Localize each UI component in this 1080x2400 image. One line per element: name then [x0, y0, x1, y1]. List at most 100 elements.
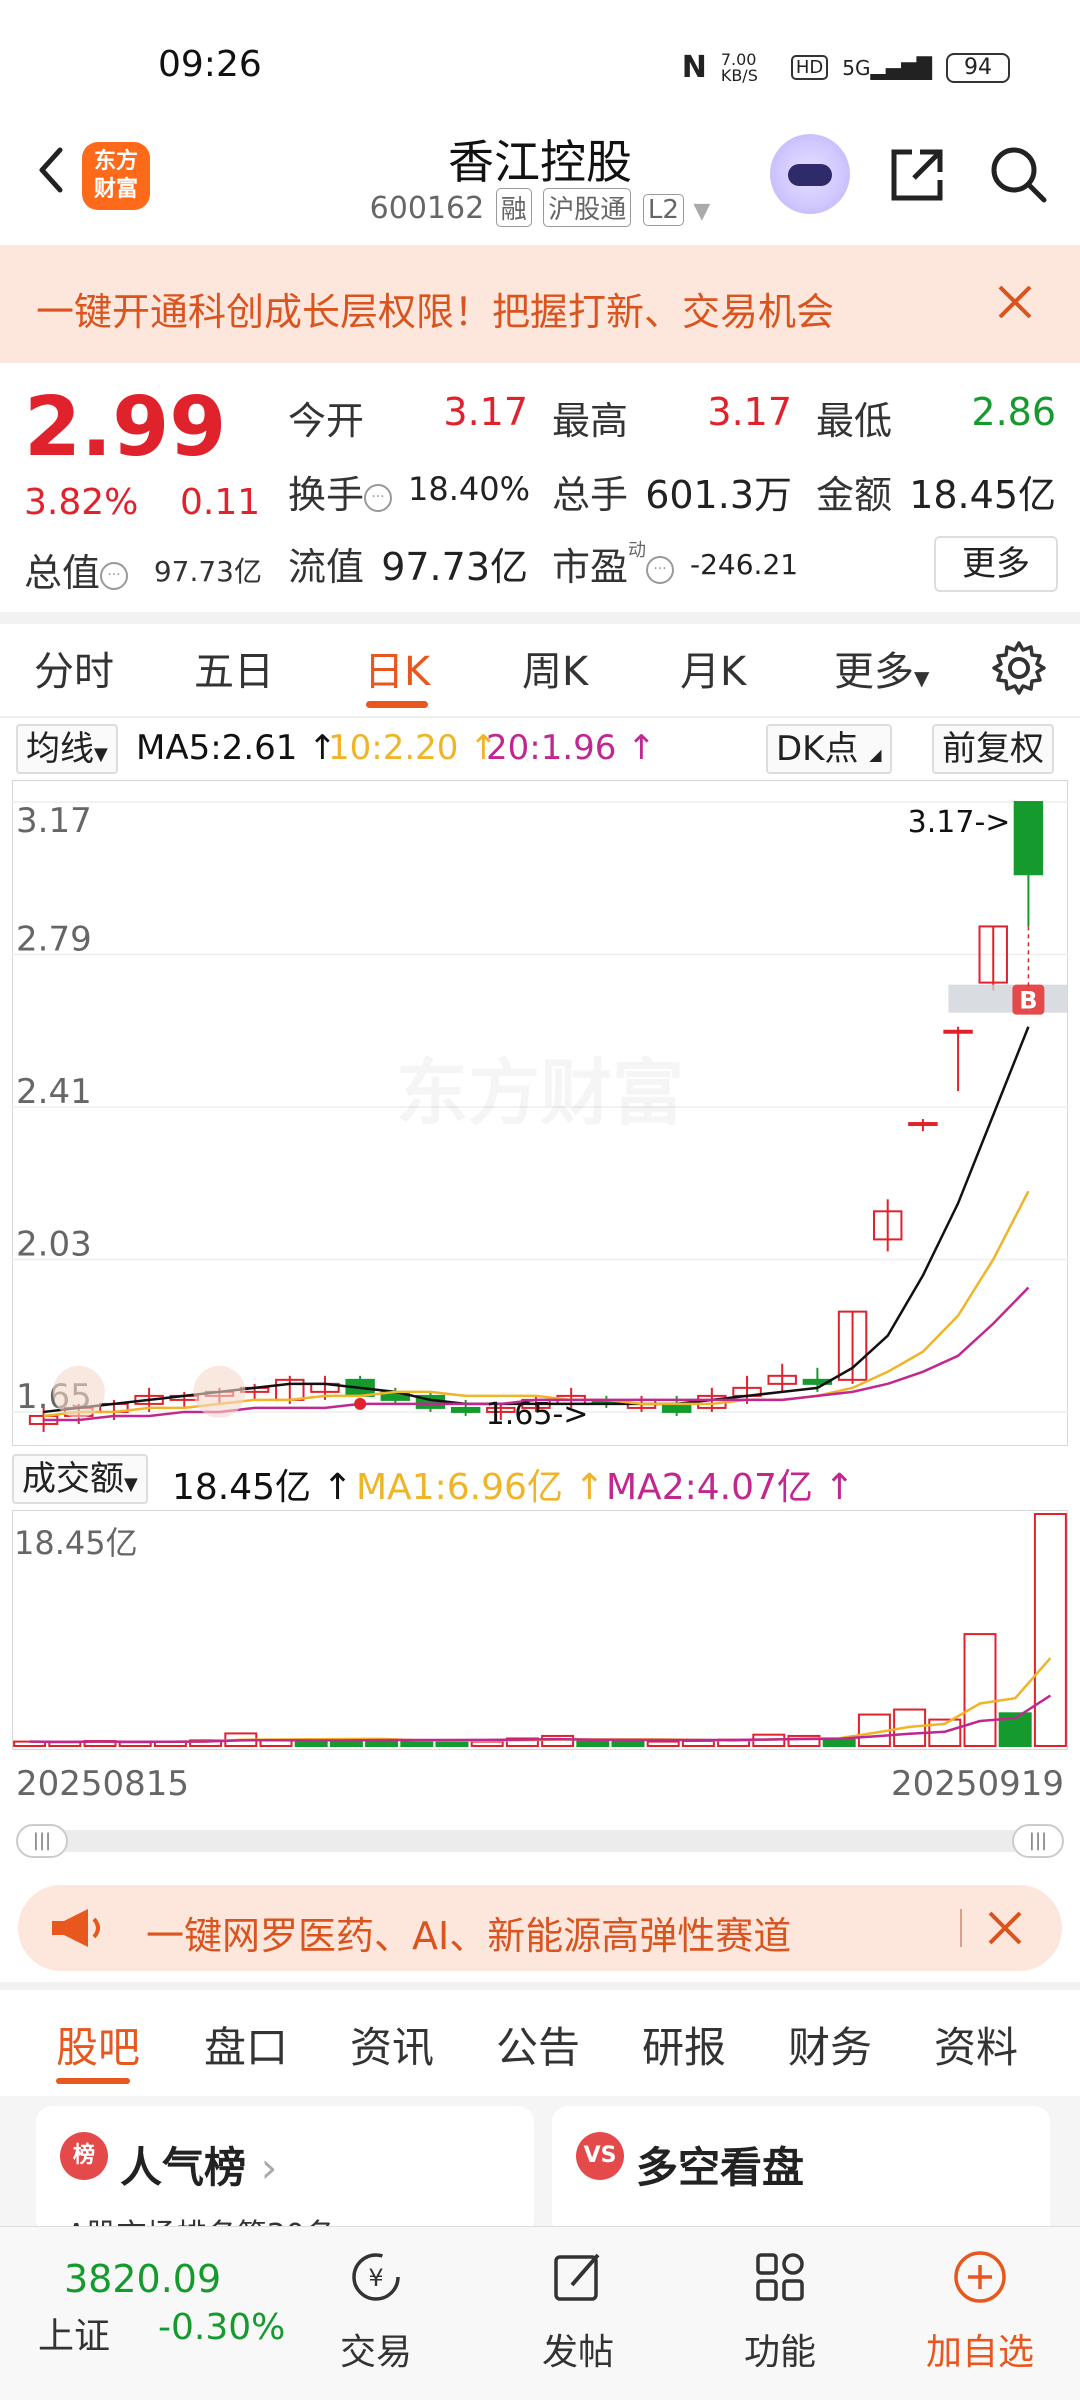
- dropdown-icon[interactable]: ▼: [693, 199, 710, 224]
- tab-underline: [366, 701, 428, 708]
- pct-change: 3.82%: [24, 482, 139, 523]
- volume-current: 18.45亿 ↑: [172, 1467, 353, 1508]
- tab-order-book[interactable]: 盘口: [204, 2014, 288, 2075]
- scroll-handle-right[interactable]: |||: [1012, 1824, 1064, 1858]
- total-cap-label[interactable]: 总值 ···: [24, 542, 129, 597]
- vs-icon: VS: [576, 2132, 624, 2180]
- date-end: 20250919: [890, 1764, 1064, 1804]
- divider: [0, 612, 1080, 624]
- pe-label[interactable]: 市盈动···: [552, 536, 675, 591]
- divider: [0, 1982, 1080, 1990]
- info-icon[interactable]: ···: [100, 561, 129, 590]
- quote-panel: 2.99 3.82% 0.11 今开 3.17 最高 3.17 最低 2.86 …: [0, 370, 1080, 610]
- volume-ma1: MA1:6.96亿 ↑: [356, 1467, 605, 1508]
- event-dot: [354, 1397, 367, 1410]
- low-marker: 1.65->: [486, 1397, 589, 1432]
- more-button[interactable]: 更多: [934, 536, 1058, 592]
- tab-guba[interactable]: 股吧: [56, 2014, 140, 2075]
- tab-five-day[interactable]: 五日: [194, 639, 274, 697]
- tab-intraday[interactable]: 分时: [34, 639, 114, 697]
- ma20-label: 20:1.96 ↑: [486, 728, 656, 768]
- volume-ma2: MA2:4.07亿 ↑: [606, 1467, 855, 1508]
- close-icon[interactable]: [982, 1905, 1028, 1951]
- volume-selector[interactable]: 成交额▼: [12, 1454, 148, 1504]
- news-banner[interactable]: 一键网罗医药、AI、新能源高弹性赛道: [18, 1885, 1062, 1971]
- y-tick-label: 2.79: [16, 920, 92, 960]
- amount-label: 金额: [816, 473, 893, 517]
- high-label: 最高: [552, 399, 629, 443]
- volume-bar: [963, 1633, 997, 1747]
- nav-functions[interactable]: 功能: [710, 2239, 850, 2389]
- tab-profile[interactable]: 资料: [934, 2014, 1018, 2075]
- open-label: 今开: [288, 399, 365, 443]
- share-icon[interactable]: [884, 142, 950, 208]
- candle: [837, 1310, 868, 1381]
- kline-chart[interactable]: 3.172.792.412.031.65东方财富B3.17->1.65->: [12, 780, 1068, 1446]
- hd-icon: HD: [790, 55, 829, 80]
- edit-icon: [554, 2253, 600, 2301]
- divider: [0, 716, 1080, 718]
- adjust-button[interactable]: 前复权: [932, 724, 1054, 774]
- tab-more[interactable]: 更多▼: [834, 639, 929, 697]
- y-tick-label: 2.41: [16, 1072, 92, 1112]
- popularity-card[interactable]: 榜 人气榜 › A股市场排名第30名: [36, 2106, 534, 2226]
- high-marker: 3.17->: [908, 805, 1011, 840]
- y-tick-label: 18.45亿: [14, 1524, 138, 1562]
- tag-hk-connect: 沪股通: [543, 188, 632, 227]
- candle: [943, 1029, 973, 1034]
- trade-icon: ¥: [352, 2253, 400, 2301]
- card-title: 多空看盘: [636, 2143, 805, 2192]
- search-icon[interactable]: [986, 142, 1052, 208]
- ma10-label: 10:2.20 ↑: [328, 728, 498, 768]
- y-tick-label: 3.17: [16, 801, 92, 841]
- turnover-label[interactable]: 换手 ···: [288, 464, 393, 519]
- bull-bear-card[interactable]: VS 多空看盘: [552, 2106, 1050, 2226]
- scroll-handle-left[interactable]: |||: [16, 1824, 68, 1858]
- pe-value: -246.21: [690, 548, 799, 581]
- nav-bar: 东方 财富 香江控股 600162 融 沪股通 L2 ▼: [0, 120, 1080, 240]
- current-price: 2.99: [24, 380, 227, 475]
- volume-bar: [1033, 1513, 1067, 1747]
- tab-announcements[interactable]: 公告: [496, 2014, 580, 2075]
- tab-research[interactable]: 研报: [642, 2014, 726, 2075]
- status-icons: N 7.00 KB/S HD 5G▂▄▆█ 94: [682, 50, 1010, 85]
- info-icon[interactable]: ···: [646, 555, 675, 584]
- nav-add-watchlist[interactable]: 加自选: [910, 2239, 1050, 2389]
- kline-tabs: 分时 五日 日K 周K 月K 更多▼: [0, 625, 1080, 715]
- rank-icon: 榜: [60, 2132, 108, 2180]
- stock-code: 600162: [369, 191, 485, 226]
- robot-assistant-icon[interactable]: [770, 134, 850, 214]
- tab-news[interactable]: 资讯: [350, 2014, 434, 2075]
- info-icon[interactable]: ···: [364, 483, 393, 512]
- tab-weekly-k[interactable]: 周K: [522, 639, 588, 697]
- tab-financials[interactable]: 财务: [788, 2014, 872, 2075]
- buy-band: [948, 984, 1068, 1013]
- cards-area: 榜 人气榜 › A股市场排名第30名 VS 多空看盘: [0, 2096, 1080, 2226]
- tab-daily-k[interactable]: 日K: [364, 639, 430, 697]
- tab-underline: [56, 2078, 130, 2084]
- gear-icon[interactable]: [990, 639, 1048, 697]
- volume-value: 601.3万: [645, 473, 792, 517]
- high-value: 3.17: [707, 390, 792, 434]
- date-start: 20250815: [16, 1764, 190, 1804]
- nav-trade[interactable]: ¥ 交易: [306, 2239, 446, 2389]
- candle: [1013, 801, 1044, 876]
- float-cap-label: 流值: [288, 545, 365, 589]
- volume-bar: [822, 1738, 856, 1748]
- volume-chart[interactable]: 18.45亿: [12, 1510, 1068, 1750]
- price-change: 0.11: [180, 482, 261, 523]
- nav-post[interactable]: 发帖: [508, 2239, 648, 2389]
- bottom-nav: 3820.09 上证 -0.30% ¥ 交易 发帖 功能 加自选: [0, 2226, 1080, 2400]
- divider: [960, 1909, 962, 1947]
- turnover-value: 18.40%: [408, 470, 531, 508]
- close-icon[interactable]: [990, 277, 1040, 327]
- megaphone-icon: [52, 1909, 100, 1947]
- low-value: 2.86: [971, 390, 1056, 434]
- dk-point-button[interactable]: DK点 ◢: [766, 724, 892, 774]
- ma-selector[interactable]: 均线▼: [16, 724, 118, 774]
- ma-row: 均线▼ MA5:2.61 ↑ 10:2.20 ↑ 20:1.96 ↑ DK点 ◢…: [0, 720, 1080, 780]
- tab-monthly-k[interactable]: 月K: [680, 639, 746, 697]
- news-banner-text: 一键网罗医药、AI、新能源高弹性赛道: [146, 1914, 792, 1958]
- promo-banner[interactable]: 一键开通科创成长层权限！把握打新、交易机会: [0, 245, 1080, 363]
- chart-scrollbar[interactable]: ||| |||: [16, 1824, 1064, 1858]
